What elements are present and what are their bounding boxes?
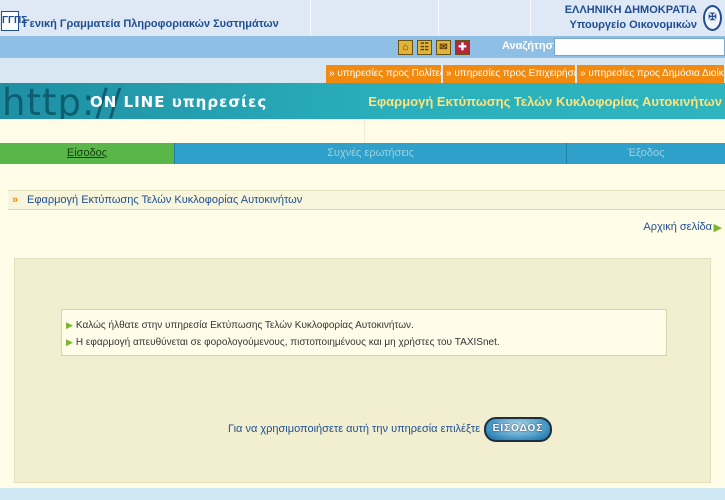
quick-icons: ⌂ ☷ ✉ ✚ xyxy=(398,40,470,55)
home-page-link[interactable]: Αρχική σελίδα xyxy=(643,221,712,233)
site-header: ΓΓΠΣ Γενική Γραμματεία Πληροφοριακών Συσ… xyxy=(0,0,725,36)
info-text: Καλώς ήλθατε στην υπηρεσία Εκτύπωσης Τελ… xyxy=(75,320,414,331)
divider xyxy=(364,119,365,143)
main-nav: Είσοδος Συχνές ερωτήσεις Έξοδος xyxy=(0,143,725,164)
bullet-arrow-icon: ▶ xyxy=(66,320,73,330)
home-icon[interactable]: ⌂ xyxy=(398,40,413,55)
search-label: Αναζήτηση xyxy=(502,40,560,52)
english-flag-icon[interactable]: ✚ xyxy=(455,40,470,55)
gsis-logo[interactable]: ΓΓΠΣ xyxy=(1,11,27,31)
footer-bar xyxy=(0,488,725,500)
info-box: ▶ Καλώς ήλθατε στην υπηρεσία Εκτύπωσης Τε… xyxy=(61,309,667,356)
online-services-banner: http:// ON LINE υπηρεσίες Εφαρμογή Εκτύπ… xyxy=(0,81,725,124)
nav-faq[interactable]: Συχνές ερωτήσεις xyxy=(174,143,566,164)
citizens-services-link[interactable]: » υπηρεσίες προς Πολίτες xyxy=(326,65,442,83)
nav-exit[interactable]: Έξοδος xyxy=(566,143,725,164)
header-title[interactable]: Γενική Γραμματεία Πληροφοριακών Συστημάτ… xyxy=(23,18,279,30)
info-line: ▶ Καλώς ήλθατε στην υπηρεσία Εκτύπωσης Τε… xyxy=(66,320,414,331)
public-admin-services-link[interactable]: » υπηρεσίες προς Δημόσια Διοίκηση xyxy=(577,65,725,83)
header-divider xyxy=(310,0,311,36)
banner-online-text: ON LINE υπηρεσίες xyxy=(90,93,268,111)
use-service-prompt: Για να χρησιμοποιήσετε αυτή την υπηρεσία… xyxy=(228,423,487,435)
info-text: Η εφαρμογή απευθύνεται σε φορολογούμενου… xyxy=(75,337,500,348)
business-services-link[interactable]: » υπηρεσίες προς Επιχειρήσεις xyxy=(443,65,576,83)
search-input[interactable] xyxy=(554,38,725,56)
nav-enter[interactable]: Είσοδος xyxy=(0,143,174,164)
search-bar: ⌂ ☷ ✉ ✚ Αναζήτηση xyxy=(0,36,725,58)
services-row: » υπηρεσίες προς Πολίτες » υπηρεσίες προ… xyxy=(0,58,725,83)
sitemap-icon[interactable]: ☷ xyxy=(417,40,432,55)
state-seal-icon: ✠ xyxy=(703,5,722,31)
country-label: ΕΛΛΗΝΙΚΗ ΔΗΜΟΚΡΑΤΙΑ xyxy=(564,4,697,16)
contact-icon[interactable]: ✉ xyxy=(436,40,451,55)
header-divider xyxy=(530,0,531,36)
ministry-label: Υπουργείο Οικονομικών xyxy=(569,19,697,31)
page-title: Εφαρμογή Εκτύπωσης Τελών Κυκλοφορίας Αυτ… xyxy=(27,194,303,206)
info-line: ▶ Η εφαρμογή απευθύνεται σε φορολογούμενο… xyxy=(66,337,500,348)
spacer-row xyxy=(0,119,725,143)
bullet-arrow-icon: ▶ xyxy=(66,337,73,347)
banner-app-title: Εφαρμογή Εκτύπωσης Τελών Κυκλοφορίας Αυτ… xyxy=(368,94,722,109)
content-panel: ▶ Καλώς ήλθατε στην υπηρεσία Εκτύπωσης Τε… xyxy=(14,258,711,483)
enter-button[interactable]: ΕΙΣΟΔΟΣ xyxy=(484,417,552,442)
header-divider xyxy=(438,0,439,36)
arrow-right-icon: ▶ xyxy=(713,222,722,234)
page-heading-bar: » Εφαρμογή Εκτύπωσης Τελών Κυκλοφορίας Α… xyxy=(8,190,725,210)
double-chevron-icon: » xyxy=(12,194,19,206)
